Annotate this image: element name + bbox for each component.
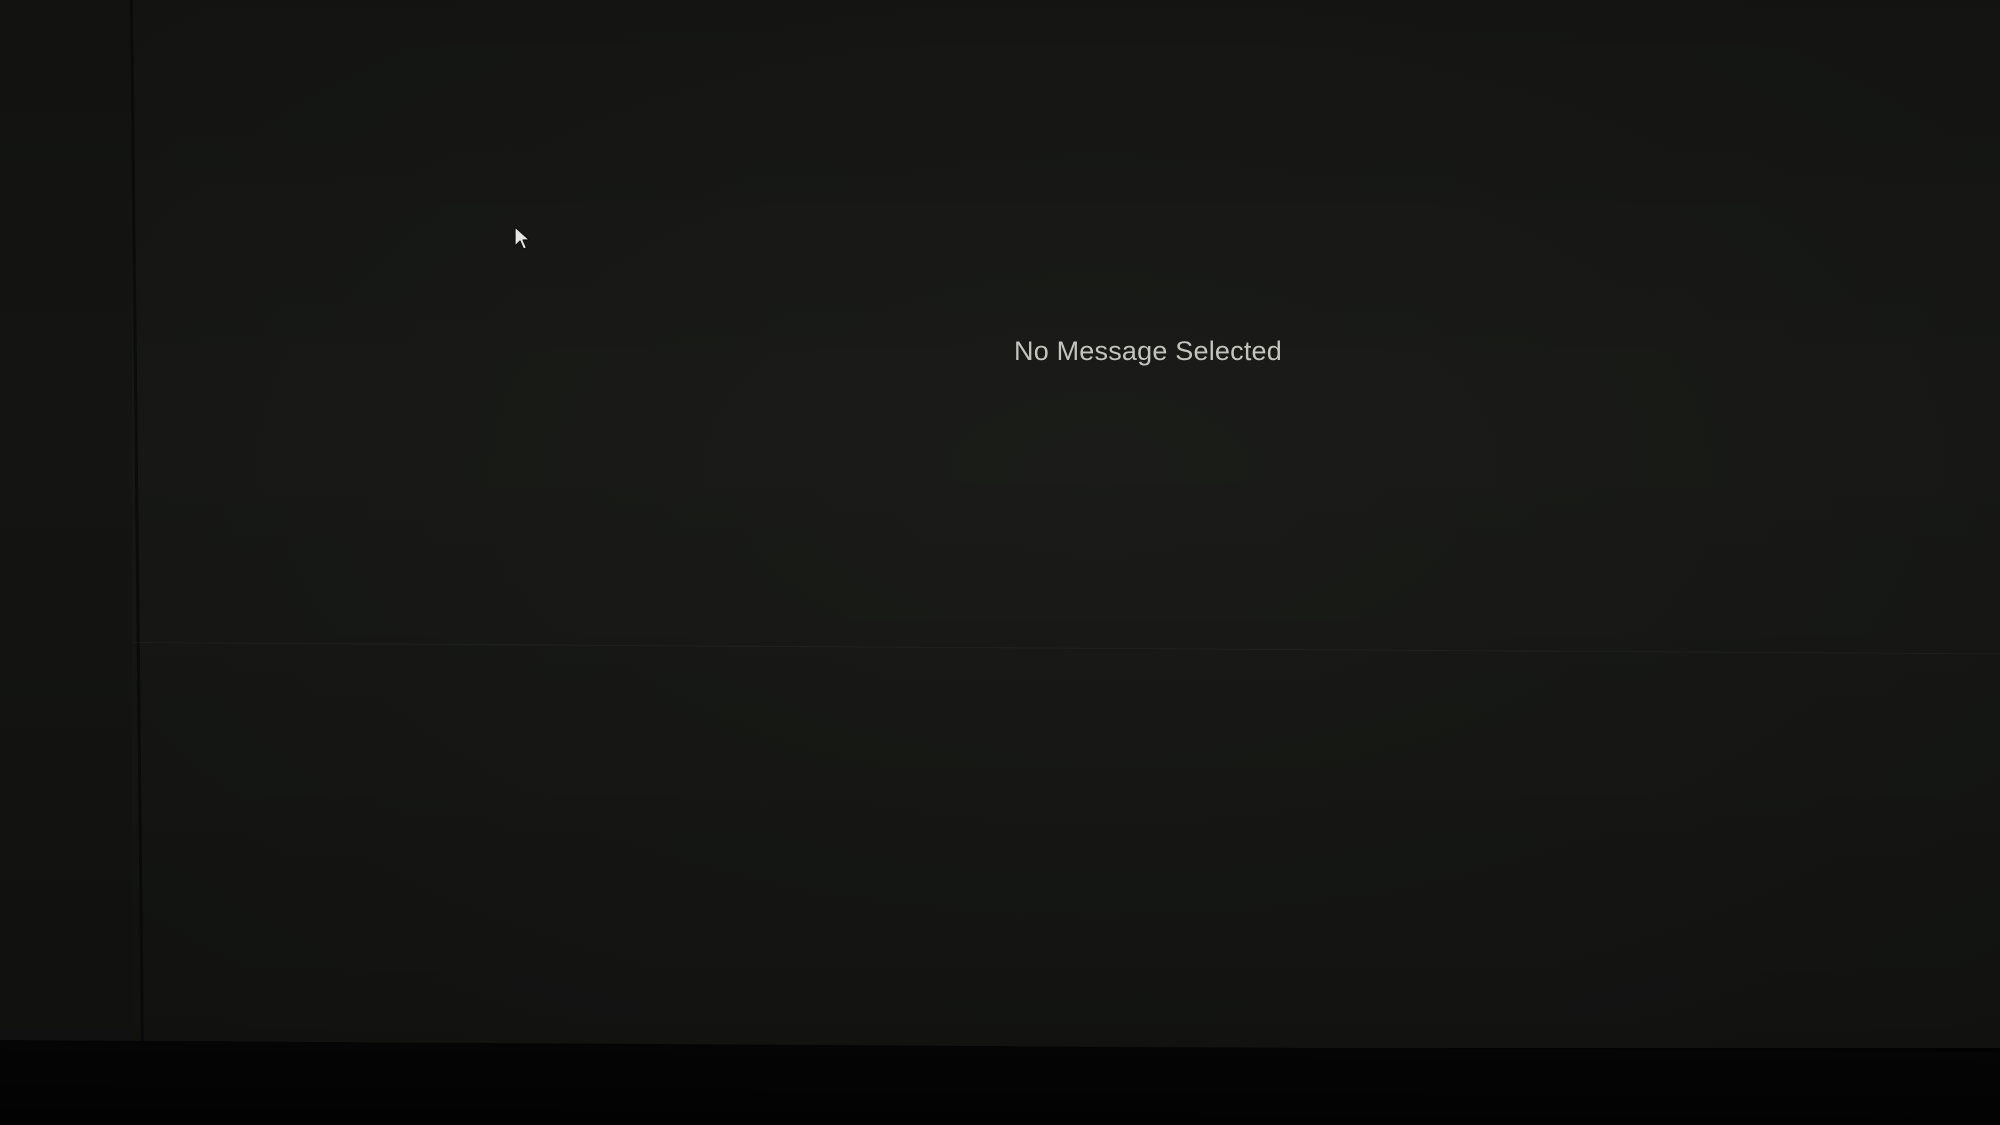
mailbox-list-pane[interactable] [0, 0, 132, 1048]
no-message-selected-label: No Message Selected [1014, 336, 1282, 366]
screen: No Message Selected [0, 0, 2000, 1125]
mail-window: No Message Selected [0, 0, 2000, 1048]
mouse-pointer-icon [514, 226, 531, 250]
message-viewer-pane [133, 0, 2000, 1048]
monitor-bezel [0, 1040, 2000, 1125]
